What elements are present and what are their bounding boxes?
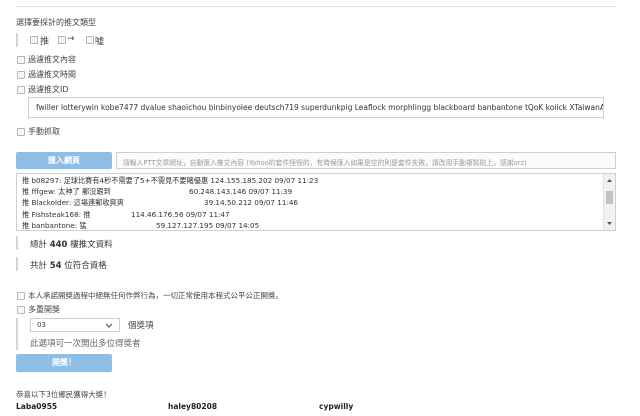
winner-name: Laba0955: [16, 402, 58, 411]
boo-checkbox[interactable]: [86, 36, 94, 44]
manual-fetch-label: 手動抓取: [28, 127, 60, 136]
qualified-text: 共計 54 位符合資格: [30, 261, 107, 271]
prize-label: 個獎項: [128, 321, 154, 331]
push-label: 推: [40, 37, 50, 47]
log-row: 推 Fishsteak168: 推 114.46.176.56 09/07 11:…: [22, 209, 230, 219]
chevron-down-icon: [105, 323, 113, 328]
push-checkbox[interactable]: [30, 36, 38, 44]
top-divider: [16, 6, 616, 7]
manual-fetch-checkbox[interactable]: [17, 128, 25, 136]
push-type-bar: [16, 33, 18, 47]
id-filter-input[interactable]: fwiller lotterywin kobe7477 dvalue shaoi…: [28, 97, 604, 118]
url-input[interactable]: 請輸入PTT文章網址，自動匯入推文內容 (Yahoo的套件怪怪的，有時候匯入如果…: [116, 152, 616, 169]
comment-log[interactable]: 推 b08297: 足球比賽有4秒不需要了5+不需見不要賭優惠 124.155.…: [16, 173, 616, 231]
log-row: 推 Blackolder: 這場連郵收爽爽 39.14.50.212 09/07 …: [22, 198, 299, 208]
log-scrollbar[interactable]: [603, 174, 615, 230]
filter-time-checkbox[interactable]: [17, 71, 25, 79]
draw-button[interactable]: 開獎！: [16, 354, 112, 372]
arrow-checkbox[interactable]: [58, 36, 66, 44]
winner-name: haley80208: [168, 402, 218, 411]
id-filter-value: fwiller lotterywin kobe7477 dvalue shaoi…: [36, 103, 604, 112]
multi-draw-checkbox[interactable]: [17, 306, 25, 314]
arrow-label: →: [67, 34, 75, 44]
total-text: 總計 440 樓推文資料: [30, 240, 113, 250]
boo-label: 噓: [95, 37, 105, 47]
promise-label: 本人承諾開獎過程中絕無任何作弊行為，一切正常使用本程式公平公正開獎。: [28, 291, 283, 300]
log-row: 推 b08297: 足球比賽有4秒不需要了5+不需見不要賭優惠 124.155.…: [22, 176, 319, 185]
winner-name: cypwilly: [319, 402, 354, 411]
multi-draw-label: 多重開獎: [28, 305, 60, 314]
select-value: 03: [37, 321, 46, 329]
scroll-thumb[interactable]: [606, 191, 613, 204]
filter-time-label: 過濾推文時間: [28, 70, 76, 79]
up-arrow-icon[interactable]: [607, 179, 612, 182]
import-button[interactable]: 匯入網頁: [16, 152, 112, 169]
qualified-bar: [16, 257, 18, 271]
url-placeholder: 請輸入PTT文章網址，自動匯入推文內容 (Yahoo的套件怪怪的，有時候匯入如果…: [123, 159, 527, 167]
log-row: 推 fffgew: 太神了 郵沒跟到 60.248.143.146 09/07 1…: [22, 187, 293, 197]
log-row: 推 banbantone: 猛 59.127.127.195 09/07 14:0…: [22, 220, 260, 230]
multi-draw-bar: [16, 318, 18, 350]
prize-count-select[interactable]: 03: [30, 318, 120, 332]
multi-draw-hint: 此選項可一次開出多位得獎者: [30, 339, 141, 349]
down-arrow-icon[interactable]: [607, 222, 612, 225]
filter-id-checkbox[interactable]: [17, 86, 25, 94]
total-bar: [16, 236, 18, 250]
filter-content-checkbox[interactable]: [17, 56, 25, 64]
congrats-text: 恭喜以下3位鄉民獲得大獎！: [16, 390, 111, 399]
filter-content-label: 過濾推文內容: [28, 55, 76, 64]
promise-checkbox[interactable]: [17, 292, 25, 300]
section-title: 選擇要採計的推文類型: [16, 18, 96, 27]
filter-id-label: 過濾推文ID: [28, 85, 69, 94]
